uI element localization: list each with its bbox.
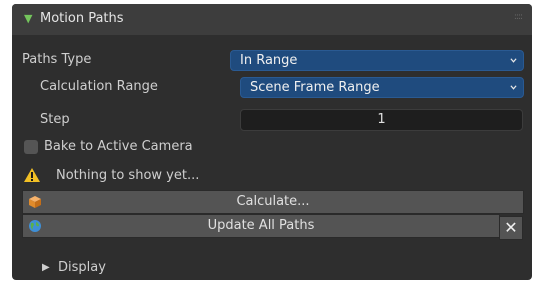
paths-type-dropdown[interactable]: In Range: [230, 50, 524, 71]
calculation-range-value: Scene Frame Range: [250, 80, 380, 95]
panel-title: Motion Paths: [40, 11, 124, 26]
clear-paths-button[interactable]: ✕: [499, 216, 523, 240]
paths-type-label: Paths Type: [22, 52, 92, 67]
bake-to-camera-label: Bake to Active Camera: [44, 139, 193, 154]
step-field[interactable]: 1: [240, 109, 523, 131]
bake-to-camera-checkbox[interactable]: [24, 140, 38, 154]
step-label: Step: [40, 112, 70, 127]
display-subpanel-label[interactable]: Display: [58, 260, 106, 275]
warning-icon: [24, 168, 40, 182]
warning-text: Nothing to show yet...: [56, 168, 200, 183]
calculation-range-label: Calculation Range: [40, 79, 158, 94]
close-icon: ✕: [504, 218, 518, 237]
panel-header[interactable]: ▼ Motion Paths ::::: [12, 4, 532, 35]
collapsed-triangle-icon[interactable]: ▶: [42, 262, 50, 273]
motion-paths-panel: ▼ Motion Paths :::: Paths Type In Range …: [12, 4, 532, 280]
calculate-label: Calculate...: [236, 194, 310, 209]
chevron-down-icon: [510, 58, 517, 63]
update-all-paths-label: Update All Paths: [207, 218, 315, 233]
update-all-paths-button[interactable]: Update All Paths: [22, 214, 500, 238]
drag-grip-icon[interactable]: ::::: [514, 12, 523, 22]
paths-type-value: In Range: [240, 53, 298, 68]
chevron-down-icon: [510, 85, 517, 90]
expand-triangle-icon[interactable]: ▼: [24, 12, 32, 25]
calculation-range-dropdown[interactable]: Scene Frame Range: [240, 77, 524, 98]
calculate-button[interactable]: Calculate...: [22, 190, 524, 214]
